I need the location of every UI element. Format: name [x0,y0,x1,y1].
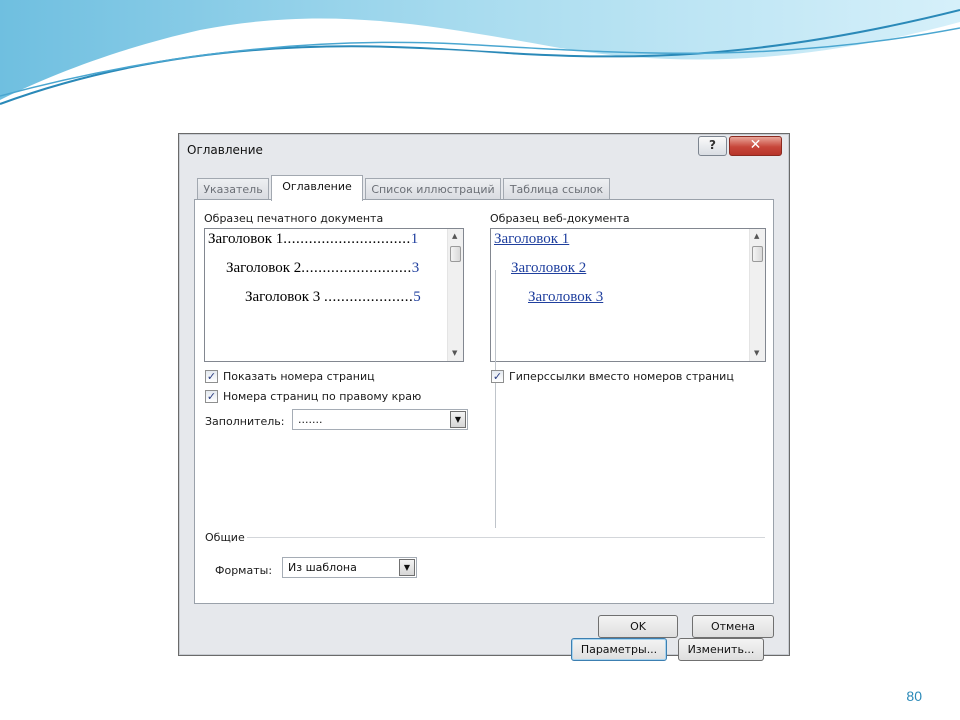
modify-button[interactable]: Изменить... [678,638,764,661]
web-entry-1[interactable]: Заголовок 1 [494,231,569,248]
cancel-button[interactable]: Отмена [692,615,774,638]
tab-figures-list[interactable]: Список иллюстраций [365,178,501,200]
filler-label: Заполнитель: [205,415,285,428]
dialog-titlebar: Оглавление ? ✕ [179,134,789,164]
web-preview-scrollbar[interactable]: ▲ ▼ [749,229,765,361]
print-entry-2: Заголовок 2..........................3 [226,260,420,276]
scroll-up-icon[interactable]: ▲ [452,232,457,240]
right-align-checkbox[interactable]: ✓ [205,390,218,403]
toc-dialog: Оглавление ? ✕ Указатель Оглавление Спис… [178,133,790,661]
scroll-down-icon[interactable]: ▼ [452,349,457,357]
web-entry-2[interactable]: Заголовок 2 [511,260,586,277]
tab-index[interactable]: Указатель [197,178,269,200]
tab-table-of-authorities[interactable]: Таблица ссылок [503,178,610,200]
tab-panel-toc: Образец печатного документа Заголовок 1.… [194,199,774,661]
formats-label: Форматы: [215,564,273,577]
scroll-thumb[interactable] [450,246,461,262]
print-preview-scrollbar[interactable]: ▲ ▼ [447,229,463,361]
chevron-down-icon[interactable]: ▼ [450,411,466,428]
scroll-up-icon[interactable]: ▲ [754,232,759,240]
web-preview-box: Заголовок 1 Заголовок 2 Заголовок 3 ▲ ▼ [490,228,766,362]
filler-select[interactable]: ....... ▼ [292,409,468,430]
print-preview-label: Образец печатного документа [204,212,384,225]
close-button[interactable]: ✕ [729,136,782,156]
formats-select[interactable]: Из шаблона ▼ [282,557,417,578]
dialog-title: Оглавление [187,143,263,157]
group-divider [247,537,765,538]
scroll-thumb[interactable] [752,246,763,262]
print-preview-box: Заголовок 1.............................… [204,228,464,362]
show-page-numbers-label[interactable]: Показать номера страниц [223,370,375,383]
decorative-wave-header [0,0,960,105]
formats-value: Из шаблона [288,561,357,574]
web-entry-3[interactable]: Заголовок 3 [528,289,603,306]
slide-number: 80 [906,688,922,704]
column-divider [495,270,496,528]
hyperlinks-checkbox[interactable]: ✓ [491,370,504,383]
chevron-down-icon[interactable]: ▼ [399,559,415,576]
scroll-down-icon[interactable]: ▼ [754,349,759,357]
help-button[interactable]: ? [698,136,727,156]
filler-value: ....... [298,413,323,426]
print-entry-3: Заголовок 3 .....................5 [245,289,421,305]
show-page-numbers-checkbox[interactable]: ✓ [205,370,218,383]
ok-button[interactable]: OK [598,615,678,638]
options-button[interactable]: Параметры... [571,638,667,661]
print-entry-1: Заголовок 1.............................… [208,231,419,247]
general-group-label: Общие [205,531,245,544]
tab-toc[interactable]: Оглавление [271,175,363,201]
web-preview-label: Образец веб-документа [490,212,630,225]
hyperlinks-label[interactable]: Гиперссылки вместо номеров страниц [509,370,734,383]
right-align-label[interactable]: Номера страниц по правому краю [223,390,421,403]
